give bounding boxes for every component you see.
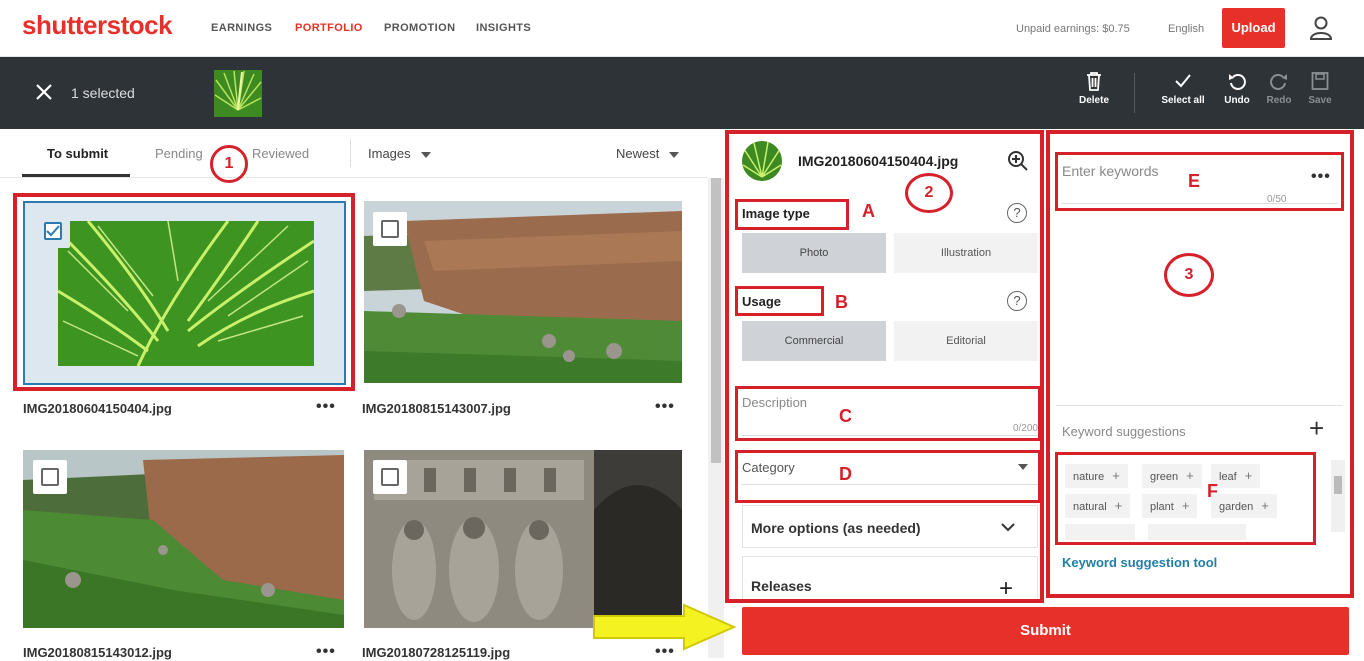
tab-pending[interactable]: Pending <box>155 146 203 161</box>
save-button[interactable]: Save <box>1304 71 1336 106</box>
undo-button[interactable]: Undo <box>1220 71 1254 106</box>
tab-to-submit[interactable]: To submit <box>47 146 108 161</box>
annotation-circle-2: 2 <box>905 173 953 213</box>
upload-button[interactable]: Upload <box>1222 8 1285 48</box>
save-label: Save <box>1308 95 1332 106</box>
annotation-letter-e: E <box>1188 171 1201 191</box>
media-type-dropdown[interactable]: Images <box>368 146 431 161</box>
checkbox-unchecked <box>41 468 59 486</box>
active-tab-indicator <box>22 174 130 177</box>
annotation-box-1 <box>13 193 355 391</box>
media-type-label: Images <box>368 146 411 161</box>
undo-label: Undo <box>1224 95 1250 106</box>
nav-earnings[interactable]: EARNINGS <box>211 22 272 34</box>
redo-icon <box>1270 74 1287 90</box>
tab-reviewed[interactable]: Reviewed <box>252 146 309 161</box>
image-checkbox[interactable] <box>373 460 407 494</box>
tab-divider <box>350 139 351 167</box>
checkbox-unchecked <box>381 220 399 238</box>
annotation-box-b <box>735 286 824 316</box>
nav-insights[interactable]: INSIGHTS <box>476 22 531 34</box>
trash-icon <box>1087 72 1101 91</box>
image-checkbox[interactable] <box>373 212 407 246</box>
checkbox-unchecked <box>381 468 399 486</box>
selection-toolbar: 1 selected Delete Select all Undo Redo S… <box>0 57 1364 129</box>
more-options-icon[interactable]: ••• <box>655 398 675 416</box>
top-nav: shutterstock EARNINGS PORTFOLIO PROMOTIO… <box>0 0 1364 57</box>
selected-count: 1 selected <box>71 85 135 101</box>
select-all-label: Select all <box>1161 95 1205 106</box>
annotation-letter-b: B <box>835 292 848 312</box>
image-filename: IMG20180604150404.jpg <box>23 401 172 416</box>
sort-label: Newest <box>616 146 660 161</box>
undo-icon <box>1229 74 1246 90</box>
sort-dropdown[interactable]: Newest <box>616 146 680 161</box>
unpaid-earnings[interactable]: Unpaid earnings: $0.75 <box>1016 23 1130 35</box>
delete-label: Delete <box>1078 95 1109 106</box>
redo-button[interactable]: Redo <box>1263 71 1295 106</box>
image-filename: IMG20180815143007.jpg <box>362 401 511 416</box>
nav-portfolio[interactable]: PORTFOLIO <box>295 22 363 34</box>
save-icon <box>1311 72 1329 90</box>
image-card[interactable] <box>23 450 344 628</box>
grid-scrollbar[interactable] <box>708 178 724 658</box>
checkmark-icon <box>1175 74 1191 88</box>
submission-tabs: To submit Pending Reviewed Images Newest <box>0 129 708 178</box>
submit-button[interactable]: Submit <box>742 607 1349 655</box>
toolbar-divider <box>1134 73 1135 113</box>
select-all-button[interactable]: Select all <box>1157 71 1209 106</box>
image-thumbnail <box>23 450 344 628</box>
chevron-down-icon <box>669 151 680 158</box>
language-selector[interactable]: English <box>1168 23 1204 35</box>
annotation-circle-1: 1 <box>210 145 248 183</box>
nav-promotion[interactable]: PROMOTION <box>384 22 455 34</box>
image-checkbox[interactable] <box>33 460 67 494</box>
image-thumbnail <box>364 201 682 383</box>
annotation-box-f <box>1055 452 1316 545</box>
image-card[interactable] <box>364 201 682 383</box>
close-icon[interactable] <box>35 83 53 101</box>
annotation-arrow <box>593 603 737 651</box>
chevron-down-icon <box>420 151 431 158</box>
scrollbar-thumb[interactable] <box>711 178 721 463</box>
annotation-box-a <box>735 199 849 230</box>
user-account-icon[interactable] <box>1310 16 1332 40</box>
shutterstock-logo[interactable]: shutterstock <box>22 10 173 41</box>
annotation-box-d <box>735 450 1041 503</box>
annotation-box-c <box>735 386 1041 441</box>
annotation-circle-3: 3 <box>1164 253 1214 297</box>
more-options-icon[interactable]: ••• <box>316 398 336 416</box>
delete-button[interactable]: Delete <box>1074 71 1114 106</box>
annotation-letter-a: A <box>862 201 875 221</box>
more-options-icon[interactable]: ••• <box>316 643 336 661</box>
annotation-letter-f: F <box>1207 481 1218 501</box>
annotation-letter-c: C <box>839 406 852 426</box>
annotation-letter-d: D <box>839 464 852 484</box>
selected-thumbnail <box>214 70 262 117</box>
redo-label: Redo <box>1266 95 1292 106</box>
